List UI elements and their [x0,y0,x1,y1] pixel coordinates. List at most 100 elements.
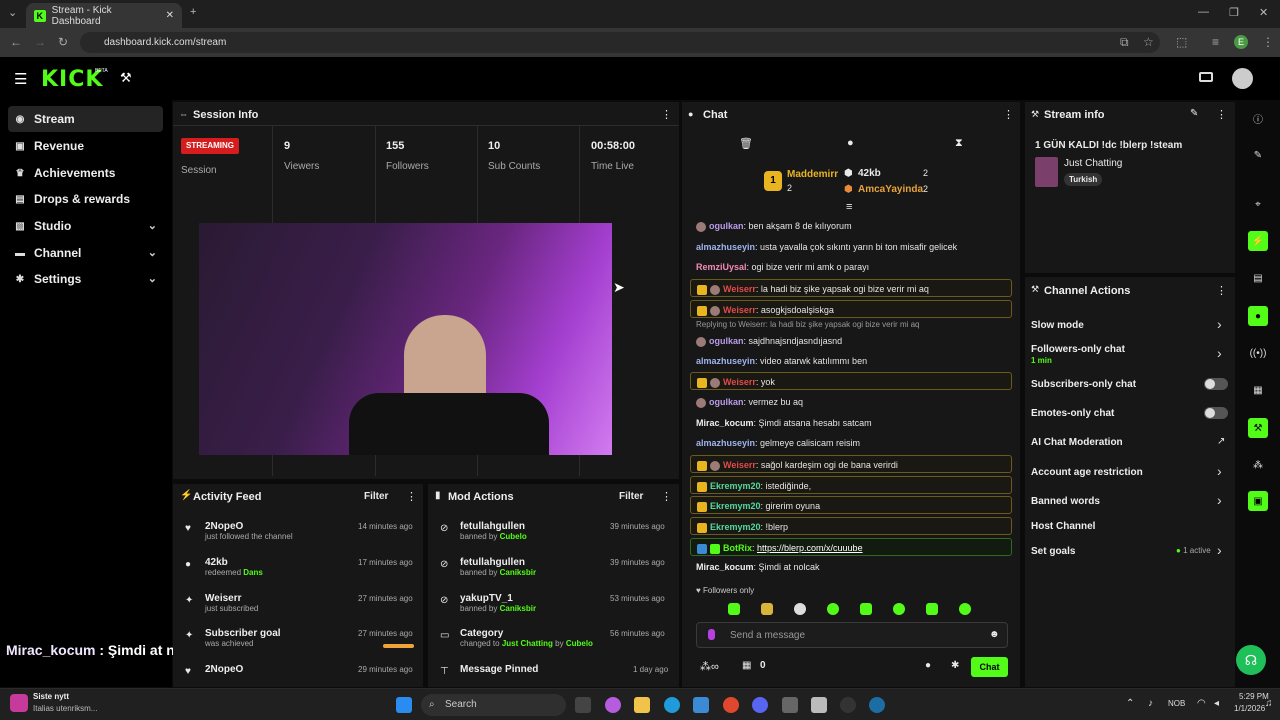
category-name[interactable]: Just Chatting [1064,158,1122,169]
sidebar-item-revenue[interactable]: ▣ Revenue [8,133,163,159]
new-tab-icon[interactable]: + [190,6,196,18]
activity-menu-icon[interactable]: ⋮ [406,490,417,503]
info-icon[interactable]: ⓘ [1248,108,1268,128]
emote-icon[interactable] [827,603,839,615]
emotes-only-toggle[interactable] [1204,407,1228,419]
clipboard-icon[interactable]: ▤ [1248,268,1268,288]
wifi-icon[interactable]: ◠ [1197,698,1206,709]
chat-bubble-icon[interactable]: ● [925,660,931,671]
emoji-icon[interactable]: ☻ [989,629,1000,640]
chevron-right-icon[interactable]: › [1217,542,1222,558]
points-icon[interactable]: ⁂∞ [700,660,719,673]
external-link-icon[interactable]: ↗ [1217,436,1225,447]
clock-date[interactable]: 1/1/2026 [1234,704,1265,713]
discord-icon[interactable] [752,697,768,713]
hourglass-icon[interactable]: ⧗ [955,137,963,150]
mod-menu-icon[interactable]: ⋮ [661,490,672,503]
close-window-icon[interactable]: ✕ [1259,6,1268,19]
chat-menu-icon[interactable]: ⋮ [1003,108,1014,121]
app-icon[interactable] [782,697,798,713]
chat-username[interactable]: Ekremym20 [710,481,761,491]
chat-username[interactable]: ogulkan [709,336,744,346]
chevron-right-icon[interactable]: › [1217,316,1222,332]
sidebar-item-settings[interactable]: ✱ Settings ⌄ [8,266,163,292]
top-gifter-name[interactable]: Maddemirr [787,169,838,180]
stream-preview[interactable] [199,223,612,455]
gifter-name[interactable]: AmcaYayinda [858,184,923,195]
broadcast-icon[interactable]: ((•)) [1248,343,1268,363]
sidebar-item-stream[interactable]: ◉ Stream [8,106,163,132]
lightning-icon[interactable]: ⚡ [1248,231,1268,251]
chat-username[interactable]: ogulkan [709,221,744,231]
task-view-icon[interactable] [575,697,591,713]
news-title[interactable]: Siste nytt [33,692,69,701]
hamburger-menu-icon[interactable]: ☰ [14,70,27,88]
account-age-item[interactable]: Account age restriction [1031,467,1143,478]
translate-icon[interactable]: ⧉ [1120,35,1129,50]
browser-menu-icon[interactable]: ⋮ [1262,35,1274,49]
steam-icon[interactable] [869,697,885,713]
chevron-up-icon[interactable]: ⌃ [1126,698,1134,709]
chat-username[interactable]: Weiserr [723,284,756,294]
chat-username[interactable]: Ekremym20 [710,522,761,532]
windows-start-icon[interactable] [396,697,412,713]
subscribers-only-toggle[interactable] [1204,378,1228,390]
back-icon[interactable]: ← [10,35,22,49]
notification-bell-icon[interactable]: ♫ [1265,698,1273,709]
chevron-right-icon[interactable]: › [1217,463,1222,479]
sidebar-item-studio[interactable]: ▧ Studio ⌄ [8,213,163,239]
obs-icon[interactable] [840,697,856,713]
sidebar-item-drops[interactable]: ▤ Drops & rewards [8,186,163,212]
trash-icon[interactable]: 🗑 [739,137,753,150]
chat-text[interactable]: https://blerp.com/x/cuuube [757,543,863,553]
close-tab-icon[interactable]: ✕ [166,10,174,21]
emote-icon[interactable] [860,603,872,615]
send-chat-button[interactable]: Chat [971,657,1008,677]
chat-rail-icon[interactable]: ● [1248,306,1268,326]
banned-words-item[interactable]: Banned words [1031,496,1100,507]
url-field[interactable]: dashboard.kick.com/stream [80,32,1160,53]
chevron-right-icon[interactable]: › [1217,345,1222,361]
emote-icon[interactable] [893,603,905,615]
profile-avatar[interactable]: E [1234,35,1248,49]
minimize-icon[interactable]: — [1198,6,1209,18]
activity-filter-button[interactable]: Filter [364,491,388,502]
browser-tab[interactable]: K Stream - Kick Dashboard ✕ [26,3,182,28]
extensions-icon[interactable]: ⬚ [1176,35,1187,49]
chat-username[interactable]: Weiserr [723,377,756,387]
chat-username[interactable]: Ekremym20 [710,501,761,511]
file-explorer-icon[interactable] [634,697,650,713]
host-channel-item[interactable]: Host Channel [1031,521,1095,532]
chat-username[interactable]: Mirac_kocum [696,418,754,428]
mic-tray-icon[interactable]: ♪ [1148,698,1153,709]
app-icon[interactable]: ▣ [1248,491,1268,511]
chrome-icon[interactable] [723,697,739,713]
language-indicator[interactable]: NOB [1168,699,1185,708]
chat-username[interactable]: almazhuseyin [696,242,755,252]
gifter-name[interactable]: 42kb [858,168,881,179]
chat-mode-icon[interactable]: ● [847,137,854,149]
user-avatar[interactable] [1232,68,1253,89]
media-icon[interactable]: ≡ [1212,35,1219,49]
reload-icon[interactable]: ↻ [58,35,68,49]
bookmark-star-icon[interactable]: ☆ [1143,35,1154,49]
emote-icon[interactable] [761,603,773,615]
chevron-right-icon[interactable]: › [1217,492,1222,508]
drops-icon[interactable]: ⁂ [1248,455,1268,475]
emote-icon[interactable] [794,603,806,615]
edge-icon[interactable] [664,697,680,713]
stream-info-menu-icon[interactable]: ⋮ [1216,108,1227,121]
sidebar-item-channel[interactable]: ▬ Channel ⌄ [8,240,163,266]
category-thumbnail[interactable] [1035,157,1058,187]
store-icon[interactable] [693,697,709,713]
chat-username[interactable]: Weiserr [723,305,756,315]
news-icon[interactable] [10,694,28,712]
chat-username[interactable]: RemziUysal [696,262,747,272]
ai-moderation-item[interactable]: AI Chat Moderation [1031,437,1123,448]
chat-settings-icon[interactable]: ✱ [951,660,959,671]
emote-icon[interactable] [728,603,740,615]
channel-actions-menu-icon[interactable]: ⋮ [1216,284,1227,297]
calculator-icon[interactable] [811,697,827,713]
mod-filter-button[interactable]: Filter [619,491,643,502]
chat-username[interactable]: almazhuseyin [696,438,755,448]
